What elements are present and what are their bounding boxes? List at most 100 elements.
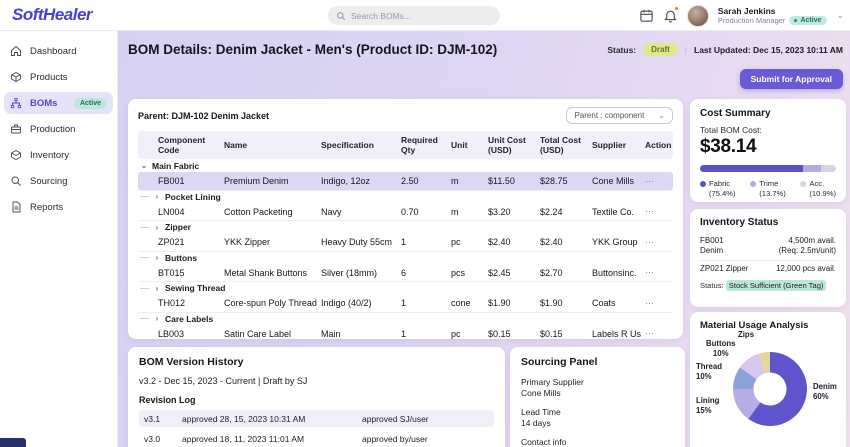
search-input[interactable] <box>351 10 492 21</box>
version-history-card: BOM Version History v3.2 - Dec 15, 2023 … <box>128 347 505 447</box>
chevron-down-icon[interactable]: ⌄ <box>836 10 844 21</box>
row-actions-icon[interactable]: ⋯ <box>645 298 673 309</box>
group-row-main-fabric[interactable]: ⌄ Main Fabric <box>138 159 673 172</box>
column-header: Action <box>645 140 672 151</box>
user-info[interactable]: Sarah Jenkins Production Manager Active <box>718 6 828 26</box>
status-label: Status: <box>607 44 637 55</box>
sidebar-item-sourcing[interactable]: Sourcing <box>4 170 113 192</box>
inventory-status-card: Inventory Status FB001 Denim 4,500m avail… <box>690 209 846 307</box>
view-mode-dropdown[interactable]: Parent : component ⌄ <box>566 107 673 124</box>
sidebar-item-reports[interactable]: Reports <box>4 196 113 218</box>
inventory-row: FB001 Denim 4,500m avail. (Req: 2.5m/unit… <box>700 236 836 256</box>
version-history-title: BOM Version History <box>139 356 244 368</box>
active-badge: Active <box>73 97 107 109</box>
sourcing-panel-title: Sourcing Panel <box>521 356 598 368</box>
chevron-right-icon: › <box>155 283 159 293</box>
chevron-down-icon: ⌄ <box>658 111 665 120</box>
home-icon <box>11 45 21 56</box>
contact-info: Contact info sarahjenin@gioajis.com <box>521 437 567 447</box>
sourcing-panel-card: Sourcing Panel Primary Supplier Cone Mil… <box>510 347 685 447</box>
table-row-th012[interactable]: TH012 Core-spun Poly Thread Indigo (40/2) 1… <box>138 294 673 312</box>
legend-item: Fabric (75.4%) <box>700 179 736 199</box>
sidebar-nav: Dashboard Products BOMs Active Production Inv… <box>0 40 117 218</box>
inventory-status-line: Status: Stock Sufficient (Green Tag) <box>700 280 836 292</box>
sidebar-item-products[interactable]: Products <box>4 66 113 88</box>
table-row-zp021[interactable]: ZP021 YKK Zipper Heavy Duty 55cm 1 pc $2.40 $2… <box>138 233 673 251</box>
group-row-sewing-thread[interactable]: › Sewing Thread <box>138 281 673 294</box>
last-updated: Last Updated: Dec 15, 2023 10:11 AM <box>694 44 843 55</box>
bar-segment-trime <box>802 165 822 172</box>
table-header-row: Component Code Name Specification Required … <box>138 131 673 160</box>
bar-segment-acc <box>821 165 836 172</box>
donut-label-lining: Lining 15% <box>696 396 720 415</box>
package-icon <box>11 71 21 83</box>
sidebar-item-production[interactable]: Production <box>4 118 113 140</box>
column-header: Supplier <box>592 140 627 151</box>
app-logo: SoftHealer <box>12 5 93 24</box>
group-row-zipper[interactable]: › Zipper <box>138 220 673 233</box>
cost-breakdown-bar <box>700 165 836 172</box>
revision-row-v3.0: v3.0 approved 18, 11, 2023 11:01 AM approv… <box>144 433 428 444</box>
donut-label-thread: Thread 10% <box>696 362 722 381</box>
bell-icon[interactable] <box>663 6 679 23</box>
row-actions-icon[interactable]: ⋯ <box>645 206 673 217</box>
chevron-right-icon: › <box>155 253 159 263</box>
cost-summary-card: Cost Summary Total BOM Cost: $38.14 Fabr… <box>690 99 846 202</box>
inventory-list: FB001 Denim 4,500m avail. (Req: 2.5m/unit… <box>700 233 836 277</box>
draft-badge: Draft <box>643 43 678 56</box>
inventory-row: ZP021 Zipper 12,000 pcs avail. <box>700 259 836 277</box>
material-usage-card: Material Usage Analysis Denim 60% Lining… <box>690 312 846 447</box>
lead-time: Lead Time 14 days <box>521 407 561 429</box>
table-body: ⌄ Main Fabric FB001 Premium Denim Indigo, 12… <box>138 159 673 342</box>
row-actions-icon[interactable]: ⋯ <box>645 267 673 278</box>
chevron-down-icon: ⌄ <box>140 161 148 171</box>
search-icon <box>11 176 21 186</box>
column-header: Name <box>224 140 248 151</box>
current-version: v3.2 - Dec 15, 2023 - Current | Draft by… <box>139 376 308 386</box>
group-row-care-labels[interactable]: › Care Labels <box>138 311 673 325</box>
table-row-ln004[interactable]: LN004 Cotton Packeting Navy 0.70 m $3.20 $2.24… <box>138 203 673 221</box>
search-icon <box>337 11 346 20</box>
sidebar: Dashboard Products BOMs Active Production Inv… <box>0 31 118 447</box>
cost-summary-title: Cost Summary <box>700 108 771 119</box>
calendar-icon[interactable] <box>639 8 654 23</box>
donut-label-denim: Denim 60% <box>813 382 837 401</box>
table-row-lb003[interactable]: LB003 Satin Care Label Main 1 pc $0.15 $0.15 La… <box>138 325 673 343</box>
column-header: Unit Cost (USD) <box>488 135 526 156</box>
app-window: SoftHealer Sarah Jenkins Production Mana… <box>0 0 850 447</box>
chevron-right-icon: › <box>155 314 159 324</box>
revision-log-label: Revision Log <box>139 395 196 405</box>
legend-item: Trime (13.7%) <box>750 179 786 199</box>
user-name: Sarah Jenkins <box>717 5 776 16</box>
row-actions-icon[interactable]: ⋯ <box>645 237 673 248</box>
inventory-status-title: Inventory Status <box>700 217 779 228</box>
parent-label: Parent: DJM-102 Denim Jacket <box>138 110 270 121</box>
factory-icon <box>11 124 21 134</box>
sidebar-item-inventory[interactable]: Inventory <box>4 144 113 166</box>
header-meta: Status: Draft | Last Updated: Dec 15, 20… <box>607 43 843 56</box>
sidebar-item-dashboard[interactable]: Dashboard <box>4 40 113 62</box>
bar-segment-fabric <box>700 165 803 172</box>
primary-supplier: Primary Supplier Cone Mills <box>521 377 584 399</box>
submit-for-approval-button[interactable]: Submit for Approval <box>739 69 843 89</box>
avatar[interactable] <box>686 4 709 27</box>
column-header: Required Qty <box>401 135 438 156</box>
table-row-fb001[interactable]: FB001 Premium Denim Indigo, 12oz 2.50 m $11.5… <box>138 172 673 190</box>
page-header: BOM Details: Denim Jacket - Men's (Produ… <box>128 42 843 57</box>
row-actions-icon[interactable]: ⋯ <box>645 176 673 187</box>
row-actions-icon[interactable]: ⋯ <box>645 328 673 339</box>
notification-dot <box>673 6 679 11</box>
cutoff-element <box>0 438 26 447</box>
status-badge: Active <box>789 15 828 26</box>
material-usage-title: Material Usage Analysis <box>700 320 809 331</box>
group-row-buttons[interactable]: › Buttons <box>138 250 673 264</box>
table-row-bt015[interactable]: BT015 Metal Shank Buttons Silver (18mm) 6 pc… <box>138 264 673 282</box>
column-header: Specification <box>321 140 374 151</box>
box-icon <box>11 149 21 161</box>
cost-legend: Fabric (75.4%) Trime (13.7%) Acc. (10.9%) <box>700 179 836 199</box>
search-bar[interactable] <box>328 6 500 25</box>
stock-sufficient-tag: Stock Sufficient (Green Tag) <box>725 280 827 292</box>
sidebar-item-boms[interactable]: BOMs Active <box>4 92 113 114</box>
group-row-pocket-lining[interactable]: › Pocket Lining <box>138 189 673 203</box>
status-dot <box>794 18 798 22</box>
